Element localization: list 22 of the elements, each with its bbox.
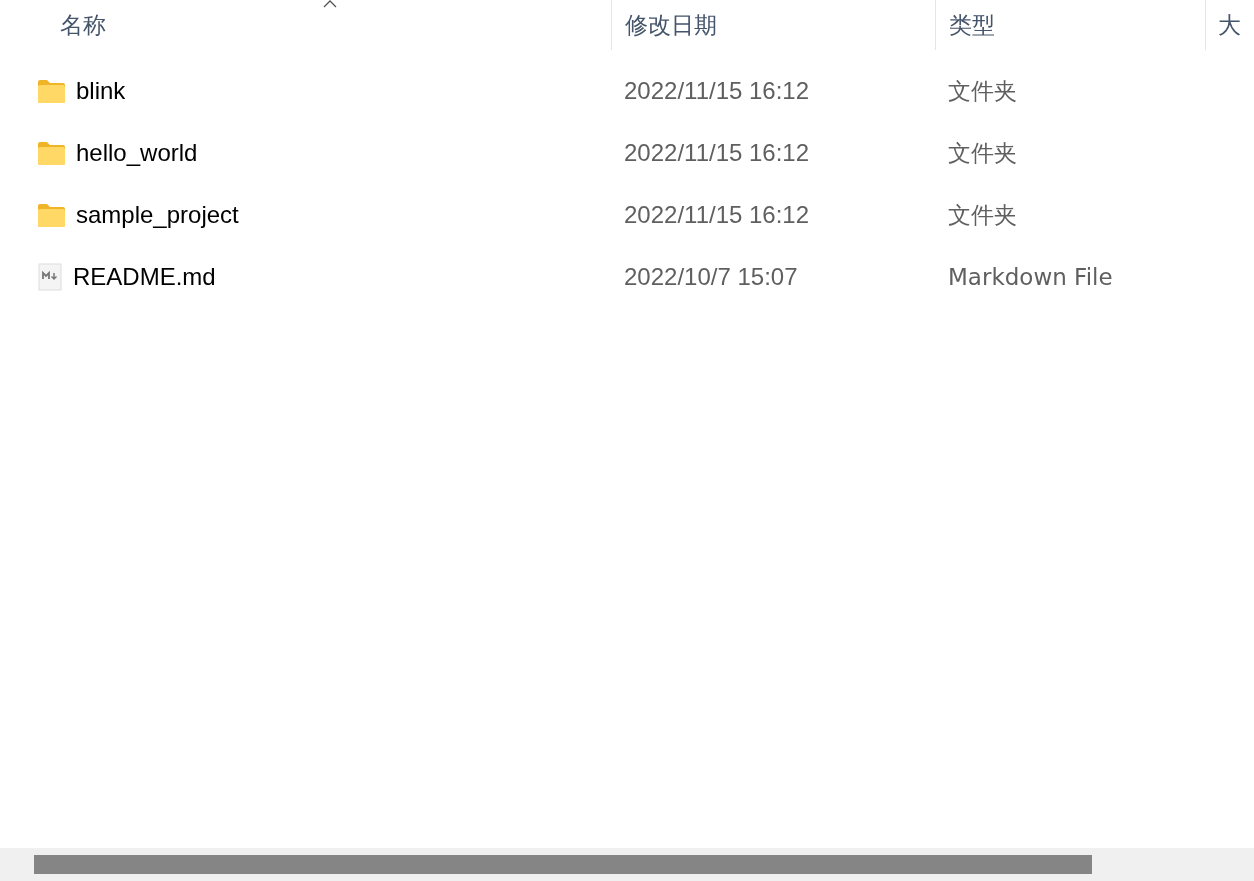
modified-date: 2022/10/7 15:07 bbox=[623, 262, 799, 292]
folder-icon bbox=[37, 141, 66, 165]
file-name[interactable]: sample_project bbox=[76, 197, 239, 233]
file-type: 文件夹 bbox=[947, 200, 1017, 230]
file-name[interactable]: blink bbox=[76, 73, 126, 109]
sort-caret-icon bbox=[321, 0, 338, 9]
column-header[interactable]: 名称 bbox=[60, 7, 106, 43]
folder-icon bbox=[37, 203, 66, 227]
column-header[interactable]: 类型 bbox=[949, 7, 995, 43]
column-header[interactable]: 修改日期 bbox=[625, 7, 717, 43]
file-name[interactable]: hello_world bbox=[76, 135, 198, 171]
file-name[interactable]: README.md bbox=[73, 259, 216, 295]
modified-date: 2022/11/15 16:12 bbox=[623, 138, 811, 168]
folder-icon bbox=[37, 79, 66, 103]
scrollbar-thumb[interactable] bbox=[34, 855, 1092, 874]
column-header[interactable]: 大 bbox=[1218, 7, 1241, 43]
file-type: Markdown File bbox=[947, 262, 1113, 292]
modified-date: 2022/11/15 16:12 bbox=[623, 200, 811, 230]
modified-date: 2022/11/15 16:12 bbox=[623, 76, 811, 106]
markdown-file-icon bbox=[37, 263, 63, 291]
file-type: 文件夹 bbox=[947, 138, 1017, 168]
file-type: 文件夹 bbox=[947, 76, 1017, 106]
